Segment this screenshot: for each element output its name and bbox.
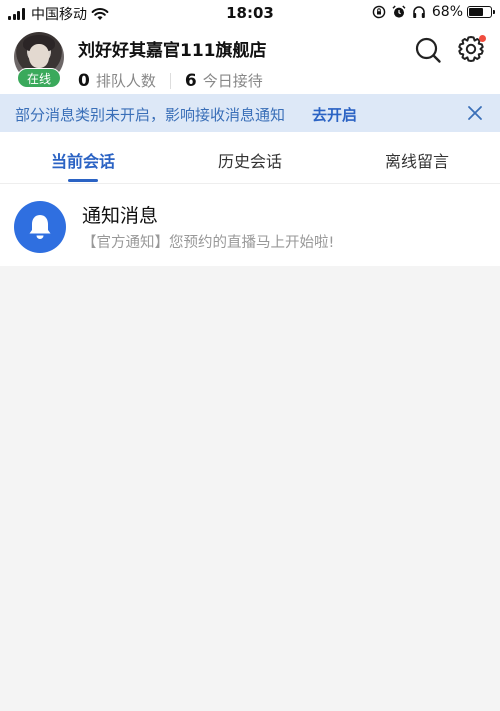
tab-current-conversations[interactable]: 当前会话 — [13, 148, 153, 172]
alarm-icon — [392, 5, 406, 18]
conversation-item-notifications[interactable]: 通知消息 【官方通知】您预约的直播马上开始啦! — [0, 184, 500, 266]
avatar-face — [29, 44, 49, 68]
bell-icon — [29, 215, 51, 239]
search-icon[interactable] — [414, 36, 442, 64]
conversation-preview: 【官方通知】您预约的直播马上开始啦! — [82, 235, 335, 251]
settings-notification-dot — [479, 35, 486, 42]
close-icon[interactable] — [466, 104, 484, 122]
online-status-badge[interactable]: 在线 — [17, 68, 61, 88]
battery-fill — [469, 8, 484, 16]
queue-count: 0 — [78, 70, 90, 91]
stats-divider — [169, 72, 171, 89]
tab-history-conversations[interactable]: 历史会话 — [180, 148, 320, 172]
store-name: 刘好好其嘉官111旗舰店 — [78, 41, 267, 61]
conversation-title: 通知消息 — [82, 205, 159, 227]
queue-label: 排队人数 — [95, 72, 156, 90]
banner-text: 部分消息类别未开启，影响接收消息通知 — [15, 106, 286, 124]
status-right: 68% — [372, 4, 495, 20]
battery-icon — [467, 6, 495, 18]
headphones-icon — [413, 6, 425, 18]
reception-stats: 0 排队人数 6 今日接待 — [78, 70, 263, 91]
tab-offline-messages[interactable]: 离线留言 — [347, 148, 487, 172]
today-count: 6 — [184, 70, 197, 91]
enable-notifications-link[interactable]: 去开启 — [312, 104, 357, 125]
status-bar: 中国移动 18:03 68% — [0, 0, 500, 26]
empty-list-area — [0, 266, 500, 711]
store-header: 在线 刘好好其嘉官111旗舰店 0 排队人数 6 今日接待 — [0, 26, 500, 94]
battery-percent: 68% — [431, 4, 463, 20]
rotation-lock-icon — [372, 5, 386, 19]
active-tab-indicator — [68, 179, 98, 182]
conversation-tabs: 当前会话 历史会话 离线留言 — [0, 132, 500, 184]
notification-settings-banner: 部分消息类别未开启，影响接收消息通知 去开启 — [0, 94, 500, 132]
today-label: 今日接待 — [202, 72, 263, 90]
notification-avatar — [14, 201, 66, 253]
